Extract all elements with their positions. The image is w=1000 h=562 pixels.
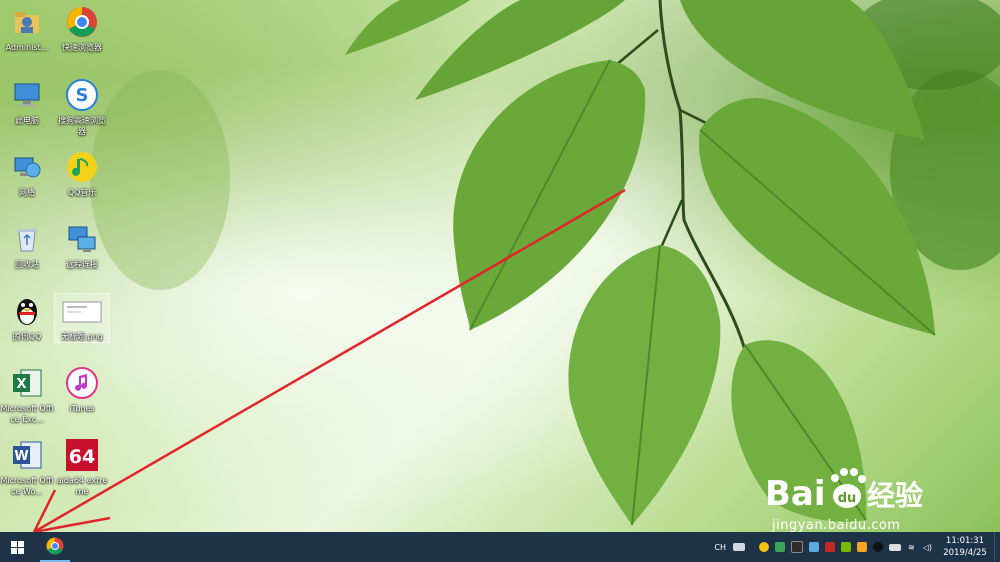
desktop-icon-network[interactable]: 网络: [0, 150, 54, 198]
desktop-icon-word[interactable]: W Microsoft Office Wo...: [0, 438, 54, 497]
tray-network-app-icon[interactable]: [809, 542, 820, 552]
svg-text:X: X: [16, 377, 26, 392]
desktop-icon-tencent-qq[interactable]: 腾讯QQ: [0, 294, 54, 342]
leaf: [345, 0, 470, 55]
svg-text:64: 64: [69, 446, 95, 468]
volume-icon[interactable]: ◁): [923, 543, 932, 552]
leaf-wallpaper: [32, 0, 1000, 532]
itunes-icon: [65, 366, 99, 400]
tray-monitor-icon[interactable]: [791, 541, 804, 553]
clock-time: 11:01:31: [945, 536, 985, 546]
desktop-icon-label: 远程连接: [66, 260, 98, 269]
svg-text:W: W: [14, 449, 28, 464]
keyboard-icon[interactable]: [733, 543, 746, 551]
computer-icon: [10, 78, 44, 112]
desktop-icon-aida64[interactable]: 64 aida64 extreme: [55, 438, 109, 497]
desktop-icon-this-pc[interactable]: 此电脑: [0, 78, 54, 126]
show-desktop-button[interactable]: [994, 532, 1000, 562]
desktop-icon-excel[interactable]: X Microsoft Office Exc...: [0, 366, 54, 425]
tray-app-icon[interactable]: [759, 542, 770, 552]
clock-date: 2019/4/25: [943, 548, 987, 558]
desktop-background: Administ... 快速浏览器 此电脑 S 搜狗高速浏览器 网络 QQ音乐: [0, 0, 1000, 532]
system-tray: CH ≋ ◁) 11:01:31 2019/4/25: [710, 532, 1000, 562]
image-file-icon: [61, 294, 103, 328]
desktop-icon-sogou-browser[interactable]: S 搜狗高速浏览器: [55, 78, 109, 137]
sogou-browser-icon: S: [65, 78, 99, 112]
desktop-icon-label: 无标题.png: [61, 332, 103, 341]
clock[interactable]: 11:01:31 2019/4/25: [936, 535, 994, 559]
desktop-icon-untitled-png[interactable]: 无标题.png: [54, 293, 110, 343]
watermark-url: jingyan.baidu.com: [772, 518, 901, 532]
desktop-icon-browser[interactable]: 快速浏览器: [55, 5, 109, 53]
desktop-icon-label: Administ...: [5, 43, 49, 52]
word-icon: W: [10, 438, 44, 472]
sogou-input-icon[interactable]: [775, 542, 786, 552]
baidu-paw-icon: du: [831, 468, 866, 508]
start-button[interactable]: [0, 532, 34, 562]
watermark-brand: Bai: [765, 474, 826, 514]
chrome-icon: [46, 537, 64, 555]
recycle-bin-icon: [10, 222, 44, 256]
desktop-icon-label: aida64 extreme: [56, 476, 108, 496]
blur-leaf: [90, 70, 230, 290]
excel-icon: X: [10, 366, 44, 400]
baidu-watermark-logo: Bai du 经验: [765, 468, 923, 514]
desktop-icon-label: 搜狗高速浏览器: [58, 116, 106, 136]
remote-desktop-icon: [65, 222, 99, 256]
nvidia-icon[interactable]: [841, 542, 852, 552]
wifi-icon[interactable]: ≋: [908, 543, 915, 552]
aida64-icon: 64: [65, 438, 99, 472]
desktop-icon-itunes[interactable]: iTunes: [55, 366, 109, 414]
desktop-icon-label: QQ音乐: [67, 188, 97, 197]
input-method-indicator[interactable]: CH: [714, 543, 726, 552]
user-folder-icon: [10, 5, 44, 39]
taskbar: CH ≋ ◁) 11:01:31 2019/4/25: [0, 532, 1000, 562]
desktop-icon-remote-connection[interactable]: 远程连接: [55, 222, 109, 270]
desktop-icon-recycle-bin[interactable]: 回收站: [0, 222, 54, 270]
chrome-icon: [65, 5, 99, 39]
watermark-brand-du: du: [838, 491, 857, 506]
desktop-icon-label: 快速浏览器: [62, 43, 102, 52]
desktop-icon-label: 回收站: [15, 260, 39, 269]
desktop-icon-label: iTunes: [69, 404, 95, 413]
desktop-icon-administrator[interactable]: Administ...: [0, 5, 54, 53]
taskbar-chrome-button[interactable]: [40, 532, 70, 562]
desktop-icon-label: 网络: [19, 188, 35, 197]
battery-icon[interactable]: [889, 543, 902, 551]
watermark-brand-cn: 经验: [867, 479, 923, 512]
desktop-icon-label: Microsoft Office Wo...: [0, 476, 54, 496]
qq-penguin-icon: [10, 294, 44, 328]
svg-text:S: S: [76, 85, 89, 106]
network-icon: [10, 150, 44, 184]
qq-tray-icon[interactable]: [873, 542, 884, 552]
desktop-icon-qq-music[interactable]: QQ音乐: [55, 150, 109, 198]
leaf: [568, 245, 721, 525]
windows-logo-icon: [10, 540, 24, 554]
desktop-icon-label: 此电脑: [15, 116, 39, 125]
tray-security-icon[interactable]: [825, 542, 836, 552]
tray-notify-icon[interactable]: [857, 542, 868, 552]
qq-music-icon: [65, 150, 99, 184]
desktop-icon-label: 腾讯QQ: [12, 332, 42, 341]
desktop-icon-label: Microsoft Office Exc...: [0, 404, 54, 424]
